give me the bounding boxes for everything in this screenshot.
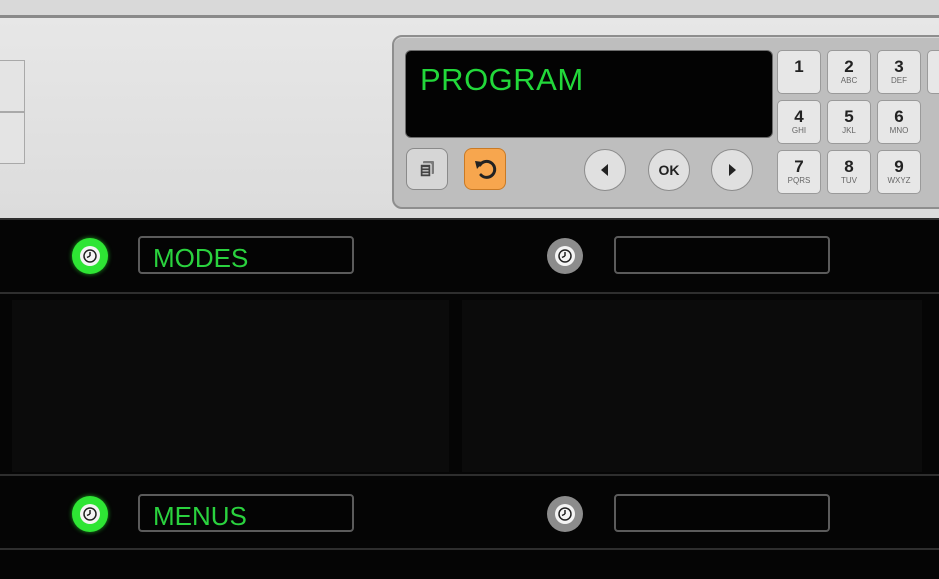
content-panel-right xyxy=(462,300,922,472)
bottom-divider xyxy=(0,548,939,550)
secondary-label-box-2[interactable] xyxy=(614,494,830,532)
key-6[interactable]: 6 MNO xyxy=(877,100,921,144)
copy-icon xyxy=(419,161,434,178)
key-1[interactable]: 1 xyxy=(777,50,821,94)
clock-icon xyxy=(80,246,100,266)
row-modes: MODES xyxy=(0,220,939,292)
key-number: 6 xyxy=(894,107,904,126)
row-divider xyxy=(0,292,939,294)
copy-button[interactable] xyxy=(406,148,448,190)
key-number: 7 xyxy=(794,157,804,176)
key-number: 9 xyxy=(894,157,904,176)
arrow-right-icon xyxy=(729,164,736,176)
side-tab-2[interactable] xyxy=(0,112,25,164)
secondary-indicator-2[interactable] xyxy=(547,496,583,532)
key-number: 2 xyxy=(844,57,854,76)
modes-indicator[interactable] xyxy=(72,238,108,274)
undo-button[interactable] xyxy=(464,148,506,190)
key-letters: GHI xyxy=(791,126,807,135)
key-letters: ABC xyxy=(840,76,858,85)
key-letters: JKL xyxy=(842,126,856,135)
key-partial-right[interactable] xyxy=(927,50,939,94)
ok-button-label: OK xyxy=(658,162,680,178)
secondary-label-box-1[interactable] xyxy=(614,236,830,274)
menus-label-box[interactable]: MENUS xyxy=(138,494,354,532)
modes-label-box[interactable]: MODES xyxy=(138,236,354,274)
key-9[interactable]: 9 WXYZ xyxy=(877,150,921,194)
key-number: 4 xyxy=(794,107,804,126)
clock-icon xyxy=(555,246,575,266)
key-letters: MNO xyxy=(889,126,909,135)
row-menus: MENUS xyxy=(0,476,939,548)
lcd-display-text: PROGRAM xyxy=(420,62,584,97)
key-5[interactable]: 5 JKL xyxy=(827,100,871,144)
menus-indicator[interactable] xyxy=(72,496,108,532)
key-letters: DEF xyxy=(891,76,907,85)
keypad: 1 2 ABC 3 DEF 4 GHI 5 JKL 6 MNO 7 PQRS 8… xyxy=(777,50,939,195)
key-number: 1 xyxy=(794,57,804,76)
menus-label: MENUS xyxy=(153,501,247,531)
secondary-indicator-1[interactable] xyxy=(547,238,583,274)
key-3[interactable]: 3 DEF xyxy=(877,50,921,94)
clock-icon xyxy=(80,504,100,524)
arrow-left-button[interactable] xyxy=(584,149,626,191)
key-8[interactable]: 8 TUV xyxy=(827,150,871,194)
top-strip xyxy=(0,0,939,15)
key-letters: PQRS xyxy=(787,176,811,185)
modes-label: MODES xyxy=(153,243,249,273)
ok-button[interactable]: OK xyxy=(648,149,690,191)
key-number: 5 xyxy=(844,107,854,126)
clock-icon xyxy=(555,504,575,524)
lcd-display: PROGRAM xyxy=(405,50,773,138)
content-panel-left xyxy=(12,300,449,472)
key-7[interactable]: 7 PQRS xyxy=(777,150,821,194)
key-number: 3 xyxy=(894,57,904,76)
key-number: 8 xyxy=(844,157,854,176)
arrow-left-icon xyxy=(601,164,608,176)
key-letters: TUV xyxy=(841,176,857,185)
side-tab-1[interactable] xyxy=(0,60,25,112)
key-2[interactable]: 2 ABC xyxy=(827,50,871,94)
key-letters: WXYZ xyxy=(887,176,911,185)
key-4[interactable]: 4 GHI xyxy=(777,100,821,144)
undo-icon xyxy=(475,159,497,179)
arrow-right-button[interactable] xyxy=(711,149,753,191)
